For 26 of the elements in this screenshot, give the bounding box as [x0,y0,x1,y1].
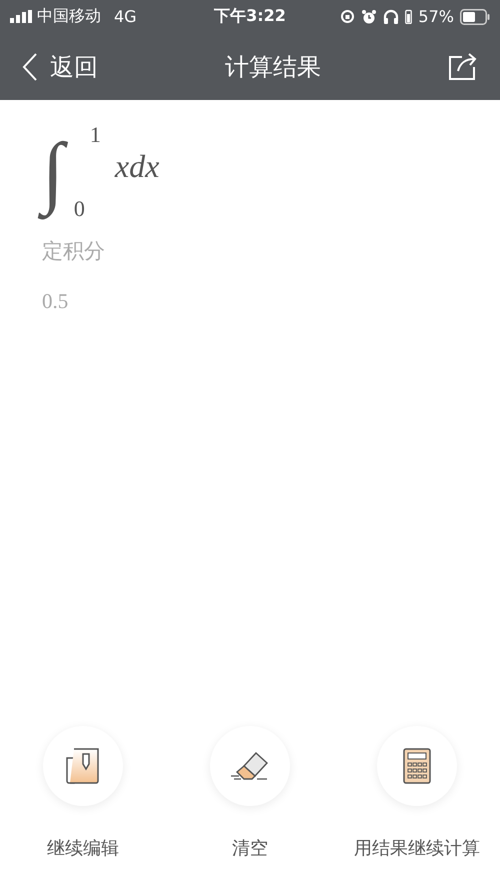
battery-percentage: 57% [418,7,454,26]
alarm-icon [361,8,378,24]
share-button[interactable] [448,52,478,80]
page-title: 计算结果 [225,52,321,82]
integral-sign: ∫ [34,122,72,222]
headphones-icon [383,9,400,24]
action-label: 用结果继续计算 [354,837,480,860]
action-label: 继续编辑 [47,837,119,860]
back-chevron-icon [22,52,38,82]
rotation-lock-icon [340,9,356,24]
result-type-label: 定积分 [42,238,105,265]
carrier-name: 中国移动 [37,6,101,27]
signal-icon [10,10,32,23]
document-pen-icon [66,748,100,784]
integrand: xdx [114,148,160,185]
upper-limit: 1 [90,122,101,148]
calculator-icon [403,748,431,784]
action-label: 清空 [232,837,268,860]
lower-limit: 0 [74,196,86,222]
back-button[interactable]: 返回 [22,50,98,82]
result-value: 0.5 [42,289,68,314]
battery-icon [460,8,490,24]
small-battery-icon [405,9,412,24]
clock-time: 下午3:22 [214,6,286,27]
network-type: 4G [114,7,137,26]
eraser-icon [230,751,270,781]
